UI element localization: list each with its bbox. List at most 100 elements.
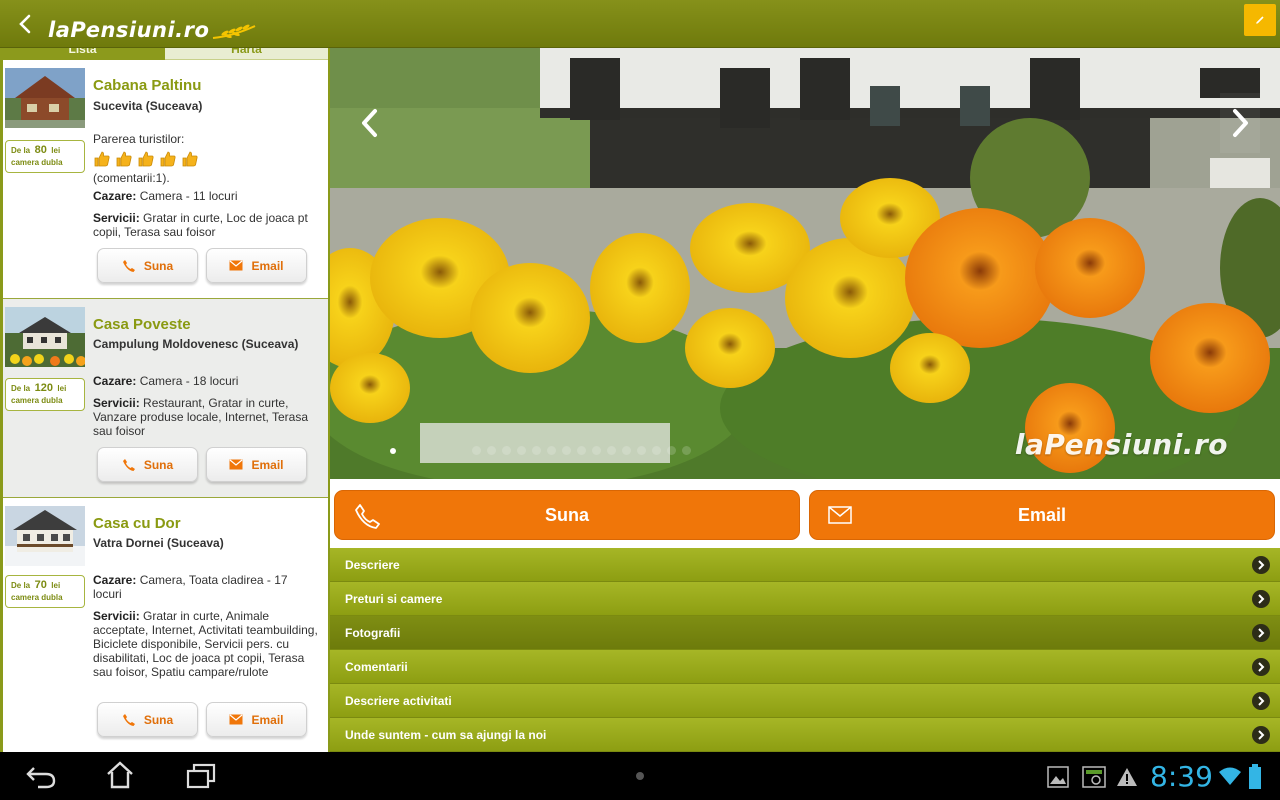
email-label: Email <box>251 457 284 472</box>
thumb-up-icon <box>116 151 132 167</box>
cazare-info: Cazare: Camera - 18 locuri <box>93 374 318 388</box>
tab-lista[interactable]: Lista <box>0 48 165 60</box>
warning-icon <box>1117 768 1137 786</box>
section-label: Fotografii <box>345 626 401 640</box>
section-comentarii[interactable]: Comentarii <box>330 650 1280 684</box>
page-dot[interactable] <box>502 446 511 455</box>
logo-text: laPensiuni.ro <box>48 18 210 42</box>
page-dot[interactable] <box>472 446 481 455</box>
price-value: 120 <box>34 382 53 394</box>
cazare-value: Camera - 18 locuri <box>139 374 239 388</box>
list-item[interactable]: De la 80 lei camera dubla Cabana Paltinu… <box>3 60 328 299</box>
page-dot[interactable] <box>607 446 616 455</box>
page-dot[interactable] <box>532 446 541 455</box>
detail-sections: Descriere Preturi si camere Fotografii C… <box>330 548 1280 752</box>
servicii-label: Servicii: <box>93 396 140 410</box>
envelope-icon <box>828 506 852 524</box>
opinion-label: Parerea turistilor: <box>93 132 185 146</box>
listing-thumbnail <box>5 506 85 566</box>
section-descriere[interactable]: Descriere <box>330 548 1280 582</box>
price-note: camera dubla <box>11 593 63 602</box>
chevron-left-icon <box>362 109 377 137</box>
listing-thumbnail <box>5 68 85 128</box>
price-note: camera dubla <box>11 396 63 405</box>
chevron-right-icon <box>1252 726 1270 744</box>
edit-menu-button[interactable] <box>1244 4 1276 36</box>
next-photo-button[interactable] <box>1220 93 1260 153</box>
photo-watermark: laPensiuni.ro <box>1014 428 1228 461</box>
page-dot[interactable] <box>487 446 496 455</box>
rating-thumbs <box>93 150 199 168</box>
listing-name[interactable]: Casa Poveste <box>93 316 191 333</box>
call-button[interactable]: Suna <box>97 702 198 737</box>
page-dot[interactable] <box>562 446 571 455</box>
call-label: Suna <box>544 504 589 525</box>
battery-icon <box>1249 764 1261 789</box>
list-item[interactable]: De la 70 lei camera dubla Casa cu Dor Va… <box>3 498 328 752</box>
page-dot[interactable] <box>622 446 631 455</box>
page-dot[interactable] <box>592 446 601 455</box>
section-fotografii[interactable]: Fotografii <box>330 616 1280 650</box>
gallery-photo <box>330 48 1280 479</box>
call-label: Suna <box>143 712 174 727</box>
email-button[interactable]: Email <box>809 490 1275 540</box>
section-label: Comentarii <box>345 660 408 674</box>
back-arrow-icon[interactable] <box>14 12 36 36</box>
envelope-icon <box>229 459 243 470</box>
phone-icon <box>122 259 135 272</box>
section-label: Preturi si camere <box>345 592 443 606</box>
photo-gallery[interactable]: laPensiuni.ro <box>330 48 1280 479</box>
tab-harta[interactable]: Harta <box>165 48 328 60</box>
listing-location: Vatra Dornei (Suceava) <box>93 536 224 550</box>
thumb-up-icon <box>182 151 198 167</box>
page-dot[interactable] <box>517 446 526 455</box>
page-dot[interactable] <box>637 446 646 455</box>
list-item[interactable]: De la 120 lei camera dubla Casa Poveste … <box>3 299 328 498</box>
page-dot[interactable] <box>667 446 676 455</box>
wifi-icon <box>1219 767 1241 785</box>
listing-name[interactable]: Cabana Paltinu <box>93 77 201 94</box>
page-dot[interactable] <box>682 446 691 455</box>
price-badge: De la 70 lei camera dubla <box>5 575 85 608</box>
section-preturi[interactable]: Preturi si camere <box>330 582 1280 616</box>
back-icon[interactable] <box>24 762 58 790</box>
listing-name[interactable]: Casa cu Dor <box>93 515 181 532</box>
email-button[interactable]: Email <box>206 447 307 482</box>
call-button[interactable]: Suna <box>97 447 198 482</box>
section-locatie[interactable]: Unde suntem - cum sa ajungi la noi <box>330 718 1280 752</box>
gallery-pager[interactable] <box>390 446 691 455</box>
recent-apps-icon[interactable] <box>184 762 218 790</box>
listing-list[interactable]: De la 80 lei camera dubla Cabana Paltinu… <box>0 60 328 752</box>
app-logo[interactable]: laPensiuni.ro <box>48 8 257 42</box>
call-button[interactable]: Suna <box>97 248 198 283</box>
servicii-label: Servicii: <box>93 211 140 225</box>
gallery-icon <box>1047 766 1069 788</box>
thumb-up-icon <box>138 151 154 167</box>
previous-photo-button[interactable] <box>350 93 390 153</box>
email-button[interactable]: Email <box>206 702 307 737</box>
menu-dot-icon[interactable] <box>635 771 645 781</box>
price-prefix: De la <box>11 384 31 393</box>
page-dot[interactable] <box>577 446 586 455</box>
listing-panel: Lista Harta De la 80 lei camera dubla Ca… <box>0 48 330 752</box>
chevron-right-icon <box>1233 109 1248 137</box>
cazare-value: Camera - 11 locuri <box>139 189 238 203</box>
pencil-icon <box>1256 16 1264 24</box>
home-icon[interactable] <box>104 760 136 790</box>
price-badge: De la 120 lei camera dubla <box>5 378 85 411</box>
action-bar: laPensiuni.ro <box>0 0 1280 48</box>
page-dot[interactable] <box>547 446 556 455</box>
page-dot[interactable] <box>652 446 661 455</box>
cazare-label: Cazare: <box>93 573 137 587</box>
chevron-right-icon <box>1252 590 1270 608</box>
listing-thumbnail <box>5 307 85 367</box>
section-activitati[interactable]: Descriere activitati <box>330 684 1280 718</box>
servicii-info: Servicii: Gratar in curte, Animale accep… <box>93 609 318 679</box>
email-button[interactable]: Email <box>206 248 307 283</box>
call-button[interactable]: Suna <box>334 490 800 540</box>
comments-count[interactable]: (comentarii:1). <box>93 171 318 185</box>
phone-icon <box>122 458 135 471</box>
section-label: Unde suntem - cum sa ajungi la noi <box>345 728 547 742</box>
page-dot[interactable] <box>390 447 396 454</box>
price-note: camera dubla <box>11 158 63 167</box>
